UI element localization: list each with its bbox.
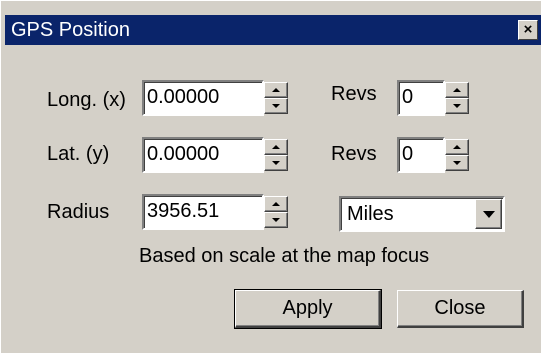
longitude-spin-down-button[interactable] xyxy=(264,98,288,114)
units-select[interactable]: Miles xyxy=(339,196,505,232)
close-window-button[interactable]: × xyxy=(518,20,538,40)
longitude-label: Long. (x) xyxy=(47,89,126,111)
radius-spin-up-button[interactable] xyxy=(264,196,288,212)
spin-up-arrow-icon xyxy=(453,88,461,92)
spin-up-arrow-icon xyxy=(453,145,461,149)
window-title: GPS Position xyxy=(11,19,130,41)
revs-latitude-spin-up-button[interactable] xyxy=(445,139,469,155)
latitude-label: Lat. (y) xyxy=(47,143,110,165)
spin-up-arrow-icon xyxy=(272,202,280,206)
title-bar[interactable]: GPS Position × xyxy=(5,15,541,45)
latitude-spin-up-button[interactable] xyxy=(264,139,288,155)
close-icon: × xyxy=(523,21,533,38)
gps-position-dialog: GPS Position × Long. (x) 0.00000 Revs 0 … xyxy=(0,0,554,354)
revs-longitude-label: Revs xyxy=(331,83,377,105)
radius-spin-down-button[interactable] xyxy=(264,212,288,228)
radius-spinner[interactable] xyxy=(264,196,288,228)
apply-button[interactable]: Apply xyxy=(234,289,382,329)
dropdown-arrow-icon xyxy=(483,211,495,218)
revs-latitude-label: Revs xyxy=(331,143,377,165)
revs-latitude-spinner[interactable] xyxy=(445,139,469,171)
revs-latitude-input[interactable]: 0 xyxy=(397,137,445,173)
units-dropdown-button[interactable] xyxy=(475,199,502,229)
scale-note: Based on scale at the map focus xyxy=(139,245,430,267)
spin-down-arrow-icon xyxy=(453,104,461,108)
latitude-input[interactable]: 0.00000 xyxy=(142,137,264,173)
revs-longitude-input[interactable]: 0 xyxy=(397,80,445,116)
units-selected-value: Miles xyxy=(347,203,394,225)
window-right-edge xyxy=(541,1,554,354)
longitude-input[interactable]: 0.00000 xyxy=(142,80,264,116)
revs-longitude-spin-up-button[interactable] xyxy=(445,82,469,98)
spin-down-arrow-icon xyxy=(272,218,280,222)
longitude-spinner[interactable] xyxy=(264,82,288,114)
radius-input[interactable]: 3956.51 xyxy=(142,194,264,230)
spin-up-arrow-icon xyxy=(272,88,280,92)
revs-latitude-spin-down-button[interactable] xyxy=(445,155,469,171)
spin-down-arrow-icon xyxy=(272,161,280,165)
close-button[interactable]: Close xyxy=(397,290,524,328)
spin-down-arrow-icon xyxy=(272,104,280,108)
spin-down-arrow-icon xyxy=(453,161,461,165)
latitude-spin-down-button[interactable] xyxy=(264,155,288,171)
spin-up-arrow-icon xyxy=(272,145,280,149)
revs-longitude-spin-down-button[interactable] xyxy=(445,98,469,114)
revs-longitude-spinner[interactable] xyxy=(445,82,469,114)
longitude-spin-up-button[interactable] xyxy=(264,82,288,98)
radius-label: Radius xyxy=(47,201,110,223)
latitude-spinner[interactable] xyxy=(264,139,288,171)
